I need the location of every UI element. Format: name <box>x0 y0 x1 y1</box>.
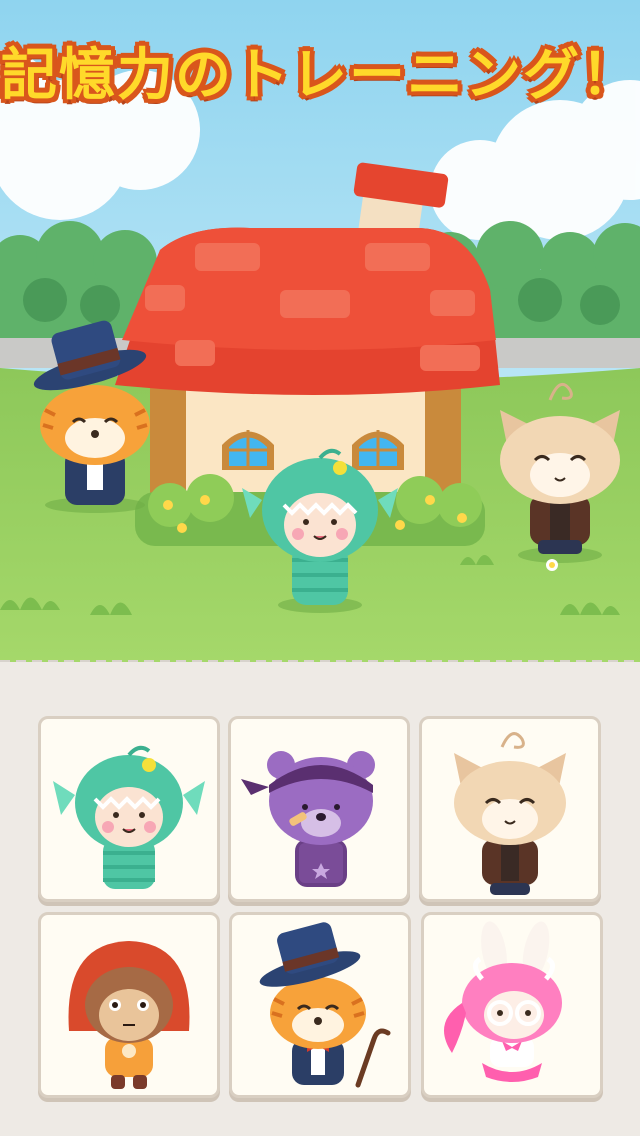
pink-bunny-glasses-icon <box>444 921 562 1082</box>
purple-bear-bandana-icon <box>241 751 375 887</box>
page-title: 記憶力のトレーニング！ <box>1 43 639 108</box>
cat-jacket-icon <box>454 732 566 895</box>
choice-card-bunny[interactable] <box>421 912 603 1098</box>
choice-card-monkey[interactable] <box>38 912 220 1098</box>
fish-costume-kid-icon <box>53 745 205 889</box>
monkey-red-hood-icon <box>68 941 190 1089</box>
choice-card-purple-bear[interactable] <box>228 716 410 902</box>
choice-grid <box>0 662 640 1136</box>
game-scene: 記憶力のトレーニング！ <box>0 0 640 662</box>
choice-card-cat[interactable] <box>419 716 601 902</box>
tiger-top-hat-cane-icon <box>259 922 391 1088</box>
choice-card-fish-kid[interactable] <box>38 716 220 902</box>
flower-icon <box>546 559 558 571</box>
choice-card-tiger[interactable] <box>229 912 411 1098</box>
